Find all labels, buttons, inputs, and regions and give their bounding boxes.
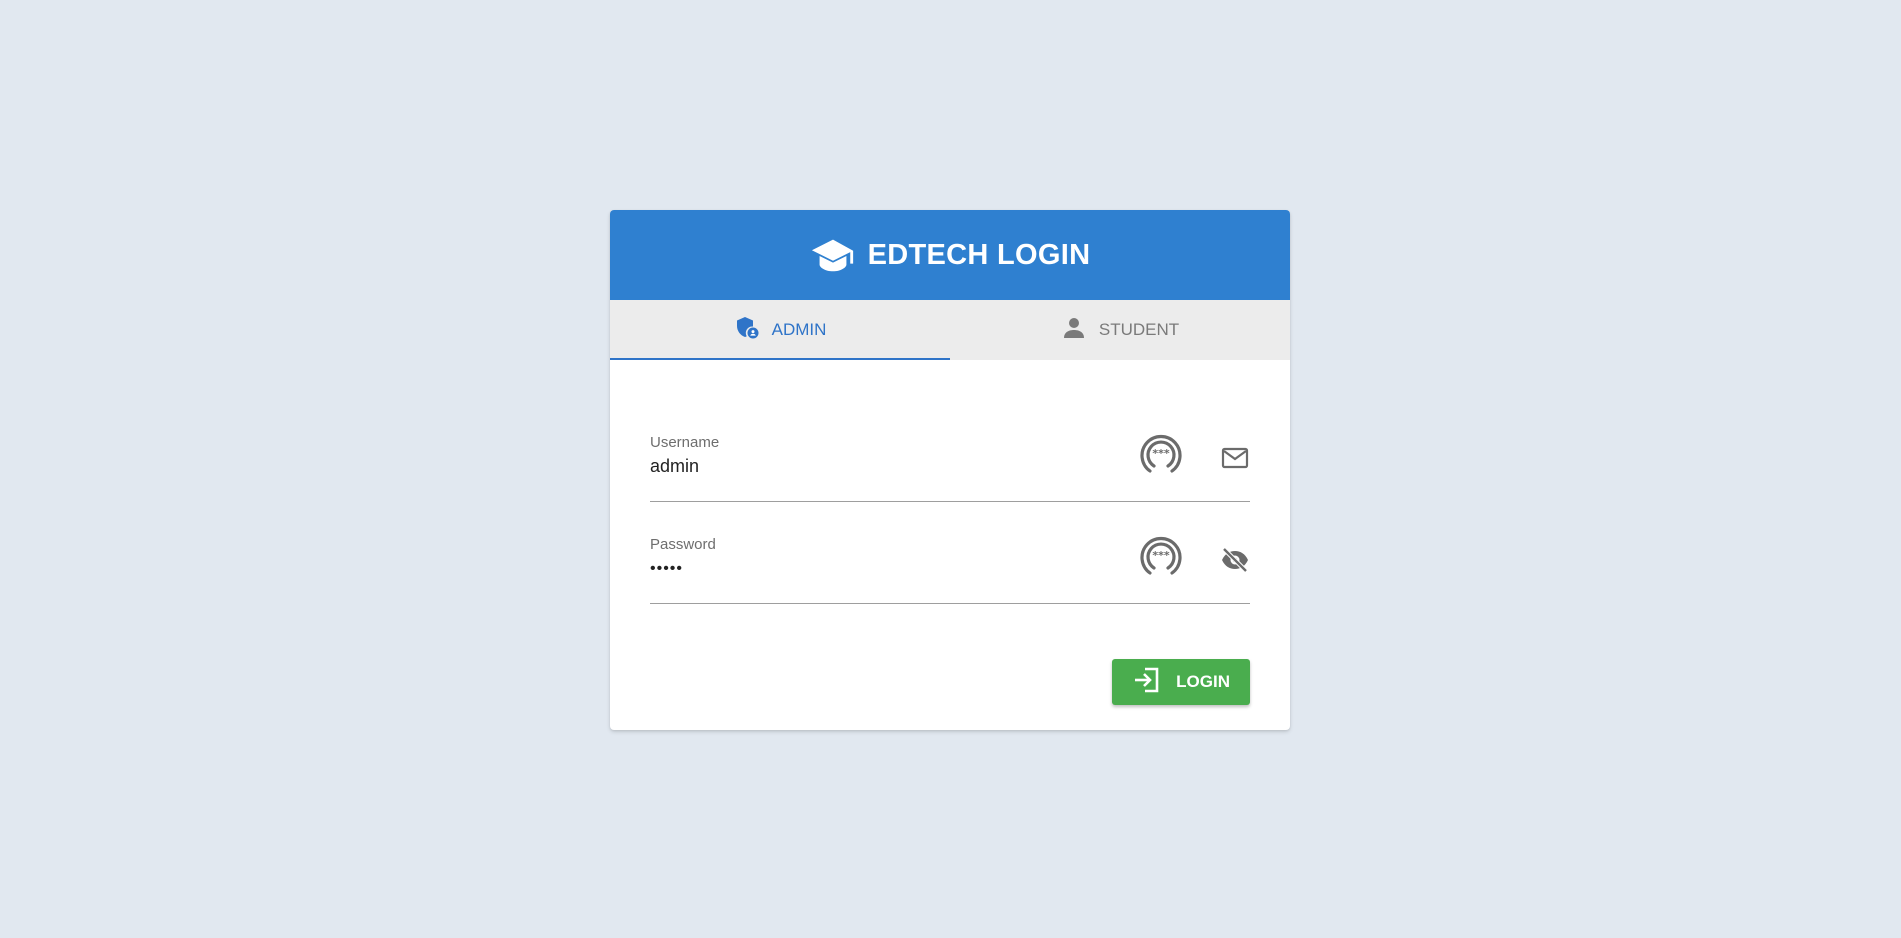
visibility-off-icon[interactable] xyxy=(1220,545,1250,575)
username-input[interactable] xyxy=(650,456,1120,477)
password-manager-key-icon[interactable]: *** xyxy=(1134,427,1188,481)
card-header: EDTECH LOGIN xyxy=(610,210,1290,300)
mail-icon[interactable] xyxy=(1220,443,1250,473)
admin-shield-icon xyxy=(734,315,760,346)
login-button[interactable]: LOGIN xyxy=(1112,659,1250,705)
password-input[interactable] xyxy=(650,560,1120,578)
tab-student-label: STUDENT xyxy=(1098,320,1180,339)
password-manager-key-icon[interactable]: *** xyxy=(1134,529,1188,583)
login-type-tabs: ADMIN STUDENT xyxy=(610,300,1290,360)
login-form: Username *** Password xyxy=(610,360,1290,604)
password-label: Password xyxy=(650,536,716,553)
form-actions: LOGIN xyxy=(610,604,1290,705)
person-icon xyxy=(1061,315,1087,346)
password-field: Password *** xyxy=(650,529,1250,604)
login-card: EDTECH LOGIN ADMIN STUDENT Username admi… xyxy=(610,210,1290,730)
tab-student[interactable]: STUDENT xyxy=(950,300,1290,360)
tab-admin[interactable]: ADMIN xyxy=(610,300,950,360)
svg-text:***: *** xyxy=(1152,549,1170,562)
login-icon xyxy=(1132,665,1162,700)
username-field: Username *** xyxy=(650,427,1250,502)
svg-text:***: *** xyxy=(1152,447,1170,460)
graduation-cap-icon xyxy=(810,232,856,278)
tab-admin-label: ADMIN xyxy=(771,320,827,339)
page-title: EDTECH LOGIN xyxy=(867,238,1091,271)
username-label: Username xyxy=(650,434,720,451)
login-button-label: LOGIN xyxy=(1176,672,1230,691)
